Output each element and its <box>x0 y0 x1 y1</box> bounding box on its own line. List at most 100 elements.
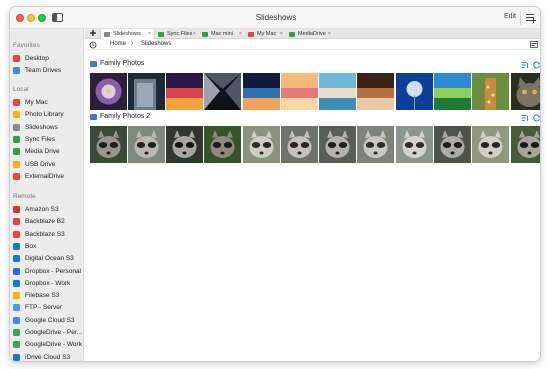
sidebar-item[interactable]: Dropbox - Personal <box>13 266 83 277</box>
raccoon-photo[interactable] <box>396 126 433 163</box>
tab-label: MediaDrive <box>298 31 326 37</box>
tab-close-icon[interactable]: × <box>193 31 196 37</box>
sidebar-item[interactable]: Media Drive <box>13 146 83 157</box>
group-refresh-icon[interactable] <box>533 114 541 122</box>
sidebar-item[interactable]: Filebase S3 <box>13 290 83 301</box>
group-filter-icon[interactable] <box>521 61 529 69</box>
sidebar-item[interactable]: Dropbox - Work <box>13 278 83 289</box>
sidebar-item-label: Digital Ocean S3 <box>25 255 74 263</box>
group-filter-icon[interactable] <box>521 114 529 122</box>
flower-photo[interactable] <box>90 73 127 110</box>
group-refresh-icon[interactable] <box>533 61 541 69</box>
sidebar-item-label: GoogleDrive - Per... <box>25 329 83 336</box>
tab-label: My Mac <box>257 31 277 37</box>
view-options-icon[interactable] <box>530 41 538 49</box>
beach-photo[interactable] <box>319 73 356 110</box>
slideshow-icon <box>13 123 20 131</box>
dandelion-photo[interactable] <box>396 73 433 110</box>
photo-thumbnail-image <box>166 73 203 110</box>
sidebar-item-label: Box <box>25 242 37 250</box>
breadcrumb-current[interactable]: Slideshows <box>141 41 171 47</box>
sidebar-item[interactable]: GoogleDrive - Per... <box>13 327 83 338</box>
drive-icon <box>289 31 295 37</box>
tab[interactable]: MediaDrive × <box>286 29 334 39</box>
sidebar-item[interactable]: Google Cloud S3 <box>13 315 83 326</box>
sidebar-section-remote: Remote <box>13 193 36 200</box>
sidebar-item[interactable]: My Mac <box>13 97 83 108</box>
sidebar-item[interactable]: Digital Ocean S3 <box>13 253 83 264</box>
raccoon-photo[interactable] <box>281 126 318 163</box>
breadcrumb-home[interactable]: Home <box>110 41 126 47</box>
sidebar-item[interactable]: Amazon S3 <box>13 204 83 215</box>
building-photo[interactable] <box>128 73 165 110</box>
window-title: Slideshows <box>255 13 297 22</box>
tab[interactable]: Mac mini × <box>199 29 245 39</box>
raccoon-photo[interactable] <box>90 126 127 163</box>
photo-thumbnail-image <box>128 126 165 163</box>
app-window: Slideshows Edit Favorites Desktop Team Dri… <box>9 6 541 362</box>
cat-photo[interactable] <box>511 73 540 110</box>
amazon-s3-icon <box>13 206 20 213</box>
tab[interactable]: My Mac × <box>245 29 286 39</box>
sidebar-item[interactable]: Box <box>13 241 83 252</box>
raccoon-photo[interactable] <box>511 126 540 163</box>
sidebar-item[interactable]: Photo Library <box>13 109 83 120</box>
photo-thumbnail-image <box>90 126 127 163</box>
sidebar-item[interactable]: iDrive Cloud S3 <box>13 352 83 361</box>
home-icon <box>13 99 20 106</box>
photo-thumbnail-image <box>243 73 280 110</box>
green-field-photo[interactable] <box>434 73 471 110</box>
history-icon[interactable] <box>89 41 97 49</box>
edit-button[interactable]: Edit <box>504 13 516 20</box>
sidebar-item[interactable]: USB Drive <box>13 159 83 170</box>
title-bar: Slideshows Edit <box>10 7 540 29</box>
tab-close-icon[interactable]: × <box>280 31 283 37</box>
twilight-photo[interactable] <box>243 73 280 110</box>
photo-thumbnail-image <box>434 73 471 110</box>
photo-thumbnail-image <box>204 73 241 110</box>
sidebar-item-label: Dropbox - Work <box>25 279 71 287</box>
tab[interactable]: Sync Files × <box>155 29 199 39</box>
raccoon-photo[interactable] <box>243 126 280 163</box>
sidebar-item-label: Sync Files <box>25 135 55 143</box>
sidebar-item[interactable]: Sync Files <box>13 134 83 145</box>
add-tab-icon[interactable]: ✚ <box>89 30 97 38</box>
usb-icon <box>13 160 20 168</box>
photo-thumbnail-image <box>128 73 165 110</box>
sunset-sky-photo[interactable] <box>166 73 203 110</box>
raccoon-photo[interactable] <box>357 126 394 163</box>
tab-bar: ✚ Slideshows × Sync Files × Mac mini × My Mac ×… <box>85 29 540 39</box>
sidebar-item[interactable]: Desktop <box>13 53 83 64</box>
sidebar-item-label: Photo Library <box>25 111 64 119</box>
tab-close-icon[interactable]: × <box>148 31 151 37</box>
sidebar-item[interactable]: FTP - Server <box>13 302 83 313</box>
photo-thumbnail-image <box>357 73 394 110</box>
raccoon-photo[interactable] <box>204 126 241 163</box>
sidebar-item[interactable]: Backblaze S3 <box>13 229 83 240</box>
raccoon-photo[interactable] <box>319 126 356 163</box>
photo-thumbnail-image <box>396 126 433 163</box>
sidebar-item[interactable]: Team Drives <box>13 65 83 76</box>
sidebar-item-label: Google Cloud S3 <box>25 316 75 324</box>
tab-close-icon[interactable]: × <box>239 31 242 37</box>
sidebar-item[interactable]: Backblaze B2 <box>13 216 83 227</box>
sync-icon <box>158 31 164 37</box>
tab-close-icon[interactable]: × <box>328 31 331 37</box>
pink-sunset-photo[interactable] <box>281 73 318 110</box>
tab[interactable]: Slideshows × <box>100 29 155 39</box>
skyscrapers-photo[interactable] <box>204 73 241 110</box>
raccoon-photo[interactable] <box>434 126 471 163</box>
raccoon-photo[interactable] <box>472 126 509 163</box>
filebase-icon <box>13 292 20 300</box>
raccoon-photo[interactable] <box>128 126 165 163</box>
giraffe-photo[interactable] <box>472 73 509 110</box>
wooden-hut-photo[interactable] <box>357 73 394 110</box>
sidebar-item[interactable]: GoogleDrive - Work <box>13 339 83 350</box>
sidebar-item[interactable]: ExternalDrive <box>13 171 83 182</box>
slideshow-icon <box>104 31 110 37</box>
sidebar-item[interactable]: Slideshows <box>13 122 83 133</box>
photo-thumbnail-image <box>357 126 394 163</box>
photo-group-title: Family Photos <box>100 60 145 67</box>
raccoon-photo[interactable] <box>166 126 203 163</box>
new-tab-grid-icon[interactable] <box>525 12 536 23</box>
